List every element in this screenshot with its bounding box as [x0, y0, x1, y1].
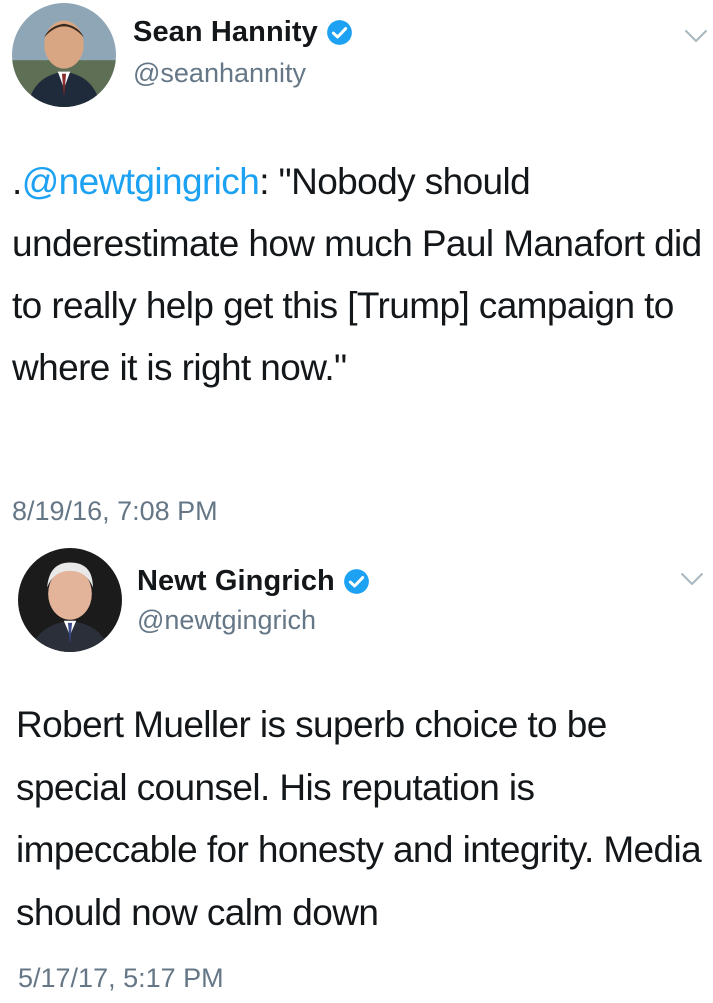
handle[interactable]: @seanhannity: [133, 58, 306, 89]
text-prefix: .: [12, 161, 22, 202]
verified-badge-icon: [343, 568, 370, 595]
name-row: Newt Gingrich: [137, 565, 370, 598]
verified-badge-icon: [326, 19, 353, 46]
timestamp[interactable]: 8/19/16, 7:08 PM: [12, 496, 218, 527]
tweet-hannity: Sean Hannity @seanhannity .@newtgingrich…: [0, 0, 713, 540]
chevron-down-icon[interactable]: [684, 28, 708, 44]
display-name[interactable]: Newt Gingrich: [137, 565, 335, 598]
timestamp[interactable]: 5/17/17, 5:17 PM: [18, 963, 224, 994]
user-avatar-icon: [18, 548, 122, 652]
chevron-down-icon[interactable]: [680, 571, 704, 587]
display-name[interactable]: Sean Hannity: [133, 16, 318, 49]
avatar-hannity[interactable]: [12, 3, 116, 107]
tweet-text: Robert Mueller is superb choice to be sp…: [16, 704, 702, 933]
name-row: Sean Hannity: [133, 16, 353, 49]
avatar-gingrich[interactable]: [18, 548, 122, 652]
mention-link[interactable]: @newtgingrich: [22, 161, 260, 202]
tweet-gingrich: Newt Gingrich @newtgingrich Robert Muell…: [0, 545, 713, 1003]
user-avatar-icon: [12, 3, 116, 107]
handle[interactable]: @newtgingrich: [137, 605, 316, 636]
tweet-text: .@newtgingrich: "Nobody should underesti…: [12, 151, 703, 399]
